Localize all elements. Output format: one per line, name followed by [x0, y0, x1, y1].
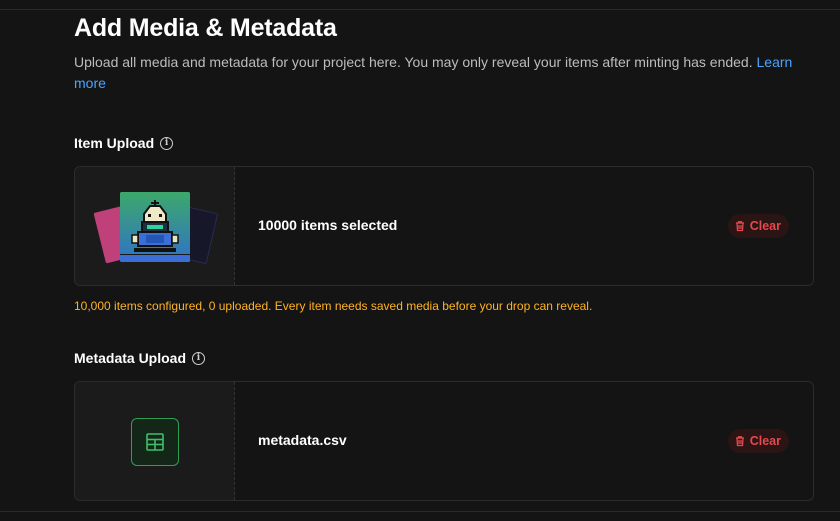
- metadata-file-name: metadata.csv: [258, 432, 347, 448]
- info-icon[interactable]: i: [192, 351, 206, 365]
- clear-items-button[interactable]: Clear: [727, 214, 789, 238]
- bottom-divider: [0, 511, 840, 512]
- trash-icon: [735, 436, 744, 447]
- metadata-file-thumbnail: [75, 382, 235, 500]
- clear-items-label: Clear: [749, 219, 781, 233]
- page-description: Upload all media and metadata for your p…: [74, 52, 814, 94]
- metadata-upload-label: Metadata Upload i: [74, 350, 206, 366]
- item-upload-label: Item Upload i: [74, 135, 174, 151]
- upload-warning: 10,000 items configured, 0 uploaded. Eve…: [74, 299, 593, 313]
- item-preview-thumbnail: [75, 167, 235, 285]
- metadata-upload-title: Metadata Upload: [74, 350, 187, 366]
- clear-metadata-button[interactable]: Clear: [727, 429, 789, 453]
- description-text: Upload all media and metadata for your p…: [74, 54, 753, 70]
- item-upload-title: Item Upload: [74, 135, 155, 151]
- top-divider: [0, 9, 840, 10]
- item-upload-card[interactable]: 10000 items selected Clear: [74, 166, 814, 286]
- items-selected-text: 10000 items selected: [258, 217, 398, 233]
- info-icon[interactable]: i: [160, 136, 174, 150]
- metadata-upload-card[interactable]: metadata.csv Clear: [74, 381, 814, 501]
- table-icon: [131, 418, 179, 466]
- trash-icon: [735, 221, 744, 232]
- page-title: Add Media & Metadata: [74, 14, 337, 42]
- clear-metadata-label: Clear: [749, 434, 781, 448]
- nft-preview-image: [120, 192, 190, 262]
